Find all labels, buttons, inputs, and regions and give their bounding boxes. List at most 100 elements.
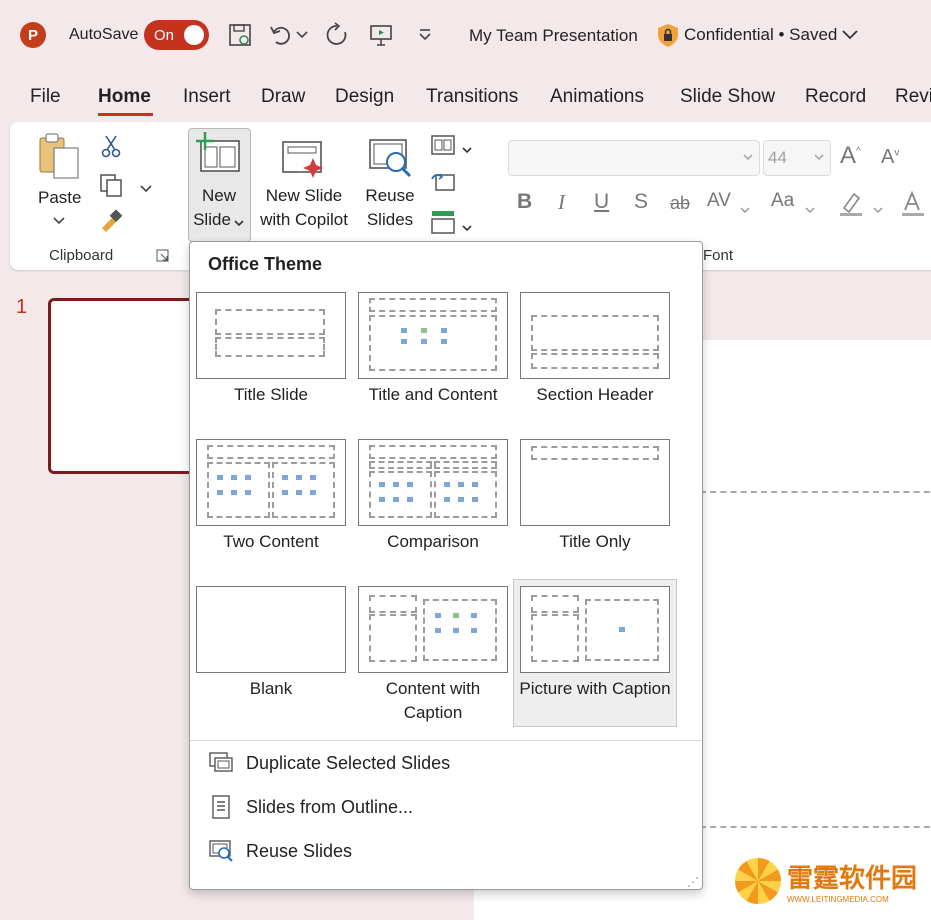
font-size-value: 44 xyxy=(768,148,787,167)
autosave-toggle-label: On xyxy=(154,27,175,44)
italic-button[interactable]: I xyxy=(558,190,565,215)
tab-design[interactable]: Design xyxy=(335,86,394,108)
layout-title-only[interactable]: Title Only xyxy=(520,439,670,554)
tab-record[interactable]: Record xyxy=(805,86,866,108)
layout-dropdown-icon[interactable] xyxy=(462,141,472,159)
layout-section-header[interactable]: Section Header xyxy=(520,292,670,407)
sensitivity-text: Confidential • Saved xyxy=(684,25,838,44)
copy-icon[interactable] xyxy=(98,172,124,203)
autosave-label: AutoSave xyxy=(69,26,139,43)
new-slide-copilot-label-2[interactable]: with Copilot xyxy=(256,208,352,232)
paste-button[interactable]: Paste xyxy=(38,186,81,210)
font-size-select[interactable]: 44 xyxy=(763,140,831,176)
menu-item-label: Slides from Outline... xyxy=(246,796,414,817)
layout-caption: Picture with Caption xyxy=(519,679,671,698)
undo-dropdown-icon[interactable] xyxy=(293,20,311,50)
duplicate-selected-slides-item[interactable]: Duplicate Selected Slides xyxy=(208,748,450,778)
reuse-slides-item[interactable]: Reuse Slides xyxy=(208,836,352,866)
layout-two-content[interactable]: Two Content xyxy=(196,439,346,554)
chevron-down-icon xyxy=(743,154,753,161)
menu-item-label: Reuse Slides xyxy=(246,840,353,861)
tab-animations[interactable]: Animations xyxy=(550,86,644,108)
watermark-text: 雷霆软件园 xyxy=(787,864,918,894)
tab-review[interactable]: Revi xyxy=(895,86,931,108)
reuse-slides-icon[interactable] xyxy=(368,138,414,185)
chevron-down-icon[interactable] xyxy=(740,201,750,219)
layout-preview xyxy=(358,439,508,526)
resize-grip-icon[interactable]: ⋰ xyxy=(687,875,699,889)
paste-dropdown-icon[interactable] xyxy=(53,212,65,230)
paste-icon[interactable] xyxy=(36,132,82,185)
character-spacing-button[interactable]: AV xyxy=(707,190,731,212)
duplicate-slides-icon xyxy=(209,752,233,772)
reuse-slides-label-1[interactable]: Reuse xyxy=(362,184,418,208)
autosave-toggle[interactable]: On xyxy=(144,20,209,50)
bold-button[interactable]: B xyxy=(517,190,532,214)
sensitivity-label[interactable]: Confidential • Saved xyxy=(656,22,859,48)
reuse-slides-label-2[interactable]: Slides xyxy=(362,208,418,232)
layout-caption: Content with Caption xyxy=(385,679,481,722)
chevron-down-icon[interactable] xyxy=(873,201,883,219)
format-painter-icon[interactable] xyxy=(98,208,124,239)
toggle-knob xyxy=(184,25,204,45)
layout-preview xyxy=(196,292,346,379)
menu-item-label: Duplicate Selected Slides xyxy=(246,752,451,773)
layout-preview xyxy=(520,586,670,673)
cut-icon[interactable] xyxy=(100,134,122,163)
layout-blank[interactable]: Blank xyxy=(196,586,346,701)
gallery-separator xyxy=(190,740,701,741)
layout-content-with-caption[interactable]: Content with Caption xyxy=(358,586,508,725)
customize-toolbar-icon[interactable] xyxy=(410,20,440,50)
active-tab-indicator xyxy=(98,113,153,116)
section-icon[interactable] xyxy=(430,210,456,239)
subtitle-placeholder-edge xyxy=(700,826,931,830)
new-slide-label-2: Slide xyxy=(193,210,231,229)
layout-picture-with-caption[interactable]: Picture with Caption xyxy=(513,579,677,727)
title-placeholder-edge xyxy=(700,491,931,495)
redo-icon[interactable] xyxy=(323,20,353,50)
font-name-select[interactable] xyxy=(508,140,760,176)
shield-lock-icon xyxy=(658,24,678,47)
tab-draw[interactable]: Draw xyxy=(261,86,305,108)
layout-icon[interactable] xyxy=(430,134,456,161)
document-title[interactable]: My Team Presentation xyxy=(469,26,638,46)
change-case-button[interactable]: Aa xyxy=(771,190,794,212)
layout-caption: Comparison xyxy=(387,532,479,551)
layout-preview xyxy=(196,439,346,526)
save-icon[interactable] xyxy=(225,20,255,50)
copilot-slide-icon[interactable] xyxy=(281,138,327,183)
shrink-font-button[interactable]: Av xyxy=(881,146,899,169)
tab-transitions[interactable]: Transitions xyxy=(426,86,518,108)
tab-insert[interactable]: Insert xyxy=(183,86,231,108)
layout-caption: Two Content xyxy=(223,532,319,551)
underline-button[interactable]: U xyxy=(594,190,609,214)
section-dropdown-icon[interactable] xyxy=(462,219,472,237)
grow-font-button[interactable]: A^ xyxy=(840,142,861,170)
highlight-icon[interactable] xyxy=(838,190,866,223)
layout-caption: Title Slide xyxy=(233,385,308,404)
strikethrough-button[interactable]: ab xyxy=(670,193,690,214)
reset-slide-icon[interactable] xyxy=(430,171,456,198)
clipboard-launcher-icon[interactable] xyxy=(156,249,170,268)
layout-preview xyxy=(358,292,508,379)
text-shadow-button[interactable]: S xyxy=(634,190,648,214)
reuse-slides-icon xyxy=(209,840,233,862)
layout-title-and-content[interactable]: Title and Content xyxy=(358,292,508,407)
layout-preview xyxy=(520,292,670,379)
chevron-down-icon[interactable] xyxy=(805,201,815,219)
copy-dropdown-icon[interactable] xyxy=(140,180,152,198)
new-slide-copilot-label-1[interactable]: New Slide xyxy=(256,184,352,208)
tab-slide-show[interactable]: Slide Show xyxy=(680,86,775,108)
layout-title-slide[interactable]: Title Slide xyxy=(196,292,346,407)
new-slide-dropdown-icon[interactable] xyxy=(234,214,244,232)
watermark-url: WWW.LEITINGMEDIA.COM xyxy=(787,895,889,904)
layout-comparison[interactable]: Comparison xyxy=(358,439,508,554)
tab-home[interactable]: Home xyxy=(98,86,151,108)
new-slide-icon xyxy=(193,131,243,180)
present-icon[interactable] xyxy=(366,20,396,50)
font-color-icon[interactable] xyxy=(900,190,926,223)
font-group-label: Font xyxy=(703,247,734,264)
undo-icon[interactable] xyxy=(266,20,296,50)
tab-file[interactable]: File xyxy=(30,86,61,108)
slides-from-outline-item[interactable]: Slides from Outline... xyxy=(208,792,413,822)
